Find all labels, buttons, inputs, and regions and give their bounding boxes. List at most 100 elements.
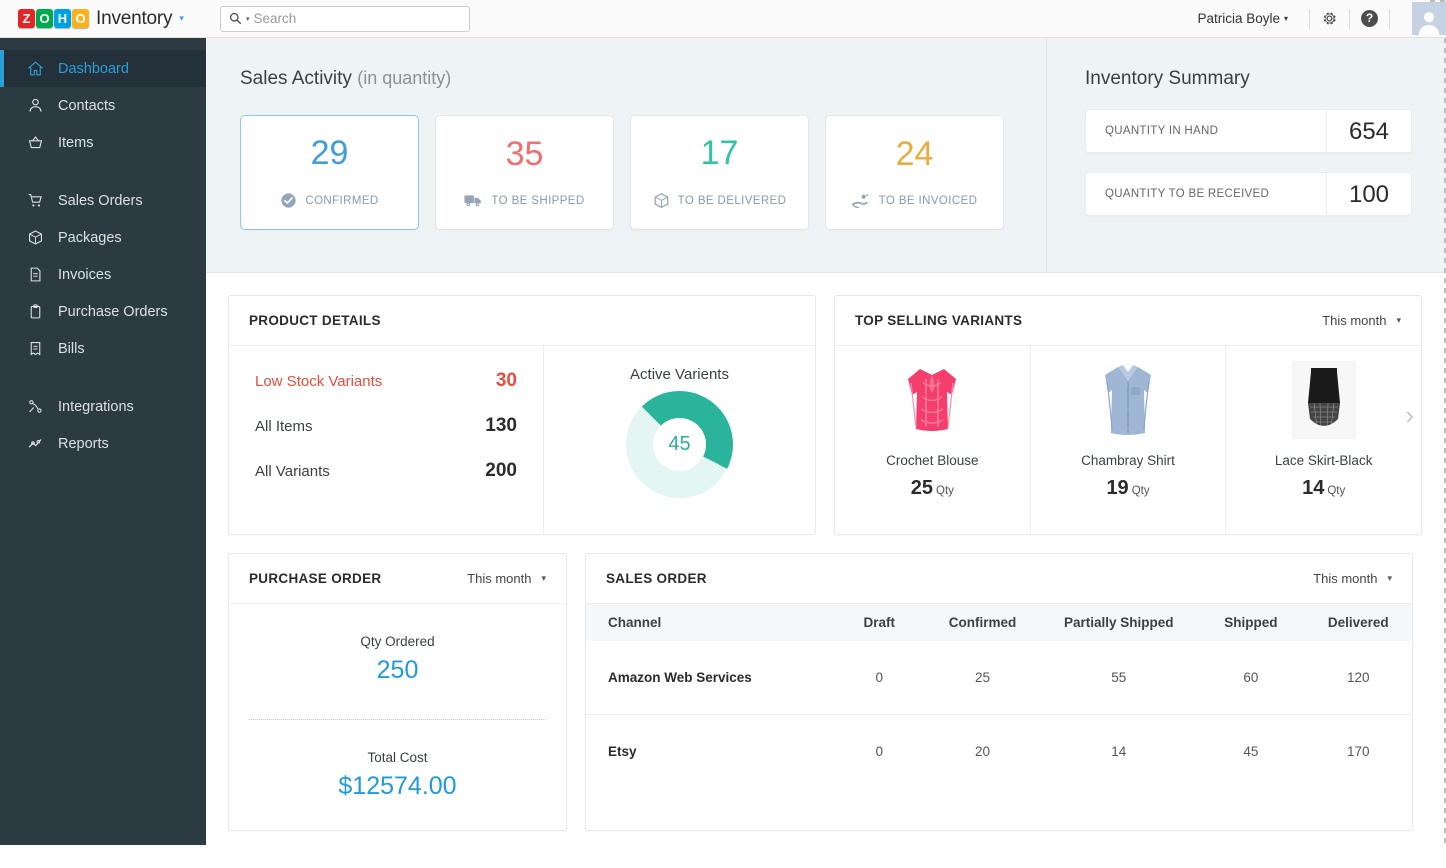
document-icon [26, 266, 44, 284]
card-label: TO BE DELIVERED [677, 194, 787, 207]
clipboard-icon [26, 303, 44, 321]
truck-icon [464, 195, 482, 207]
panel-title: TOP SELLING VARIANTS [855, 313, 1023, 328]
sales-order-panel: SALES ORDER This month ▾ Channel Draft C… [585, 553, 1413, 831]
product-qty: 25 Qty [911, 477, 954, 500]
zoho-logo: Z O H O [18, 9, 89, 28]
cell-delivered: 170 [1347, 744, 1370, 759]
purchase-order-period-selector[interactable]: This month ▾ [467, 571, 546, 586]
sidebar-item-label: Contacts [58, 97, 116, 114]
sales-activity-card-confirmed[interactable]: 29 CONFIRMED [240, 115, 419, 230]
sales-activity-card-to-be-shipped[interactable]: 35 TO BE SHIPPED [435, 115, 614, 230]
search-input[interactable]: ▾ Search [220, 5, 470, 32]
sales-activity-card-to-be-delivered[interactable]: 17 TO BE DELIVERED [630, 115, 809, 230]
panels-area: PRODUCT DETAILS Low Stock Variants 30 Al… [206, 273, 1446, 831]
product-details-list: Low Stock Variants 30 All Items 130 All … [229, 346, 544, 535]
card-label: CONFIRMED [305, 194, 379, 207]
panel-title: PURCHASE ORDER [249, 571, 382, 586]
sales-activity-card-to-be-invoiced[interactable]: 24 TO BE INVOICED [825, 115, 1004, 230]
sidebar-item-reports[interactable]: Reports [0, 425, 206, 462]
qty-value: 19 [1106, 477, 1129, 499]
row-value: 654 [1326, 110, 1411, 152]
app-switcher-caret-icon[interactable]: ▾ [179, 13, 184, 24]
period-label: This month [1313, 571, 1378, 586]
table-body: Amazon Web Services 0 25 55 60 120 Etsy … [586, 641, 1412, 788]
col-confirmed: Confirmed [924, 604, 1041, 641]
logo-letter-h: H [54, 9, 71, 28]
top-selling-period-selector[interactable]: This month ▾ [1322, 313, 1401, 328]
top-selling-header: TOP SELLING VARIANTS This month ▾ [835, 296, 1421, 346]
chart-title: Active Varients [630, 366, 729, 383]
search-scope-caret-icon[interactable]: ▾ [246, 15, 250, 23]
product-name: Chambray Shirt [1081, 453, 1175, 468]
sidebar-item-label: Sales Orders [58, 192, 143, 209]
sidebar-item-purchase-orders[interactable]: Purchase Orders [0, 293, 206, 330]
cell-draft: 0 [875, 744, 883, 759]
cell-channel: Amazon Web Services [586, 641, 834, 715]
product-details-panel: PRODUCT DETAILS Low Stock Variants 30 Al… [228, 295, 816, 535]
user-name[interactable]: Patricia Boyle [1197, 11, 1280, 26]
brand-area[interactable]: Z O H O Inventory ▾ [0, 8, 192, 30]
chevron-down-icon: ▾ [1396, 315, 1401, 325]
check-circle-icon [281, 193, 297, 208]
help-icon[interactable]: ? [1361, 10, 1378, 27]
purchase-order-cost-block: Total Cost $12574.00 [229, 750, 566, 801]
card-value: 29 [310, 134, 349, 172]
panel-row-1: PRODUCT DETAILS Low Stock Variants 30 Al… [228, 295, 1422, 535]
sidebar-item-label: Items [58, 134, 94, 151]
chevron-right-icon[interactable]: › [1405, 402, 1414, 428]
cell-shipped: 45 [1243, 744, 1259, 759]
sidebar-gap-2 [0, 367, 206, 388]
top-selling-item-chambray-shirt[interactable]: Chambray Shirt 19 Qty [1031, 346, 1227, 535]
sidebar-item-label: Packages [58, 229, 122, 246]
product-detail-row-low-stock[interactable]: Low Stock Variants 30 [255, 370, 517, 392]
sidebar-item-invoices[interactable]: Invoices [0, 256, 206, 293]
sidebar-item-label: Invoices [58, 266, 112, 283]
table-row[interactable]: Etsy 0 20 14 45 170 [586, 715, 1412, 789]
total-cost-label: Total Cost [367, 750, 428, 765]
sales-order-header: SALES ORDER This month ▾ [586, 554, 1412, 604]
top-bar-right: Patricia Boyle ▾ ? [1197, 0, 1446, 38]
product-detail-row-all-items[interactable]: All Items 130 [255, 415, 517, 437]
chevron-down-icon: ▾ [541, 573, 546, 583]
gear-icon[interactable] [1321, 10, 1338, 27]
qty-unit: Qty [936, 485, 954, 497]
package-icon [654, 193, 669, 209]
col-draft: Draft [833, 604, 925, 641]
row-value: 100 [1326, 173, 1411, 215]
card-label: TO BE INVOICED [878, 194, 978, 207]
detail-value: 130 [485, 415, 517, 436]
sales-order-period-selector[interactable]: This month ▾ [1313, 571, 1392, 586]
sidebar-item-items[interactable]: Items [0, 124, 206, 161]
detail-label: All Variants [255, 463, 330, 480]
top-selling-items: Crochet Blouse 25 Qty Chambray Shirt 19 … [835, 346, 1421, 535]
sidebar-item-sales-orders[interactable]: Sales Orders [0, 182, 206, 219]
product-name: Lace Skirt-Black [1274, 453, 1373, 468]
detail-label: Low Stock Variants [255, 373, 383, 390]
cell-channel: Etsy [608, 744, 637, 759]
sidebar-item-bills[interactable]: Bills [0, 330, 206, 367]
qty-unit: Qty [1131, 485, 1150, 497]
table-row[interactable]: Amazon Web Services 0 25 55 60 120 [586, 641, 1412, 715]
inventory-summary-section: Inventory Summary QUANTITY IN HAND 654 Q… [1046, 38, 1446, 272]
purchase-order-body: Qty Ordered 250 Total Cost $12574.00 [229, 604, 566, 801]
avatar[interactable] [1412, 2, 1446, 35]
top-selling-item-crochet-blouse[interactable]: Crochet Blouse 25 Qty [835, 346, 1031, 535]
top-selling-item-lace-skirt-black[interactable]: Lace Skirt-Black 14 Qty [1226, 346, 1421, 535]
sales-activity-heading: Sales Activity [240, 68, 352, 89]
sidebar-item-dashboard[interactable]: Dashboard [0, 50, 206, 87]
row-label: QUANTITY IN HAND [1105, 125, 1219, 137]
inventory-summary-title: Inventory Summary [1085, 68, 1250, 89]
sidebar-item-packages[interactable]: Packages [0, 219, 206, 256]
panel-row-2: PURCHASE ORDER This month ▾ Qty Ordered … [228, 553, 1422, 831]
search-placeholder: Search [253, 11, 297, 26]
divider-1 [1309, 8, 1310, 29]
product-detail-row-all-variants[interactable]: All Variants 200 [255, 460, 517, 482]
app-name: Inventory [96, 7, 173, 29]
detail-value: 200 [485, 460, 517, 481]
detail-value: 30 [495, 370, 517, 391]
sidebar-item-contacts[interactable]: Contacts [0, 87, 206, 124]
chart-line-icon [26, 435, 44, 453]
user-menu-caret-icon[interactable]: ▾ [1284, 14, 1288, 23]
sidebar-item-integrations[interactable]: Integrations [0, 388, 206, 425]
